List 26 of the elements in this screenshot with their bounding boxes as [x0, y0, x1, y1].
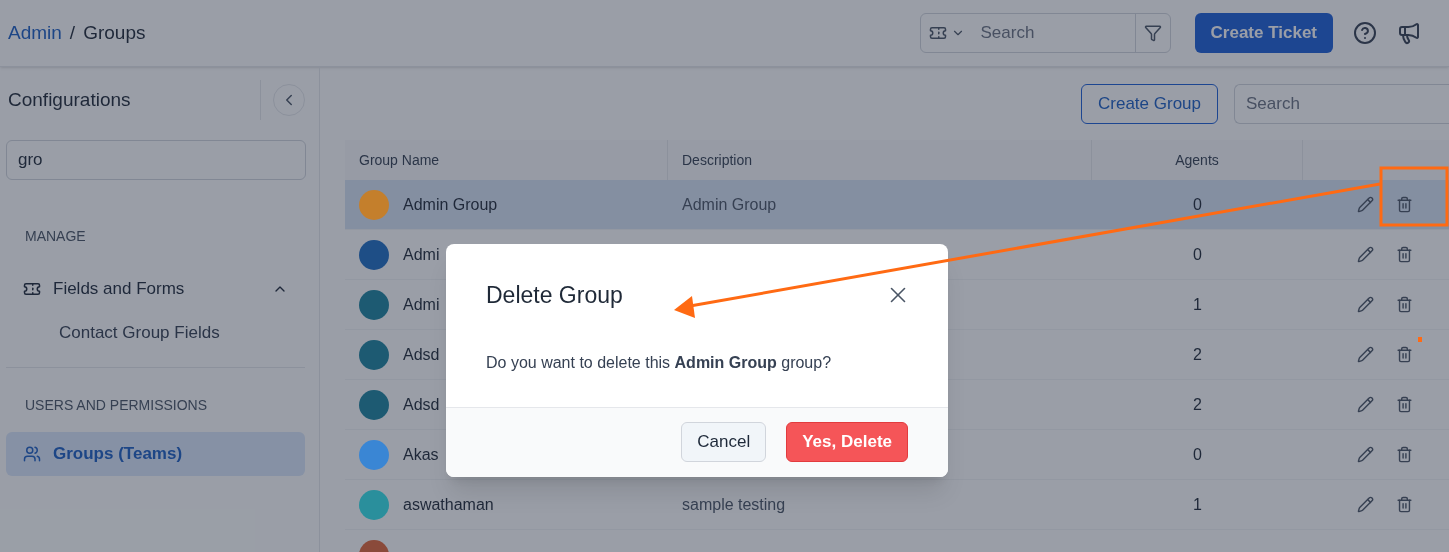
column-header: Description — [682, 150, 753, 170]
section-heading: MANAGE — [24, 227, 87, 246]
group-name: Akas — [403, 444, 439, 465]
sidebar-title: Configurations — [8, 87, 131, 112]
dialog-message: Do you want to delete this Admin Group group? — [485, 352, 833, 373]
agent-count: 0 — [1193, 194, 1202, 215]
group-name: aswathaman — [403, 494, 494, 515]
group-description: Admin Group — [682, 195, 777, 213]
group-name: Admi — [403, 294, 440, 315]
group-name: Admi — [403, 244, 440, 265]
agent-count: 0 — [1193, 244, 1202, 265]
agent-count: 0 — [1193, 444, 1202, 465]
group-name: Adsd — [403, 344, 440, 365]
agent-count: 2 — [1193, 394, 1202, 415]
page-title: Groups — [83, 20, 146, 45]
agent-count: 1 — [1193, 294, 1202, 315]
agent-count: 2 — [1193, 344, 1202, 365]
column-header: Group Name — [359, 150, 440, 170]
section-heading: USERS AND PERMISSIONS — [24, 396, 209, 415]
agent-count: 1 — [1193, 494, 1202, 515]
group-name: Adsd — [403, 394, 440, 415]
dialog-title: Delete Group — [486, 281, 623, 310]
breadcrumb-separator: / — [69, 20, 76, 45]
group-description: sample testing — [682, 495, 786, 513]
group-name: Admin Group — [403, 194, 498, 215]
column-header: Agents — [1175, 150, 1219, 170]
